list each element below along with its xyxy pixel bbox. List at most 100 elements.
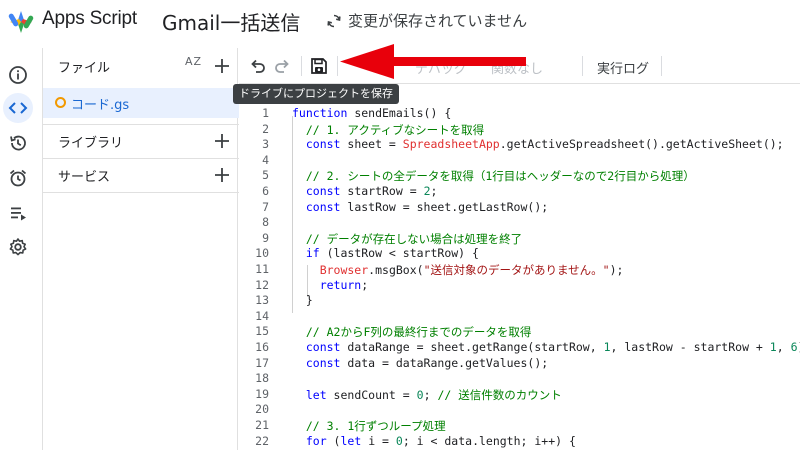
code-token: 6: [790, 340, 798, 354]
code-line[interactable]: 6 const startRow = 2;: [239, 184, 800, 200]
triggers-button[interactable]: [3, 163, 33, 193]
code-token: "送信対象のデータがありません。": [423, 263, 610, 277]
file-name: コード.gs: [71, 97, 130, 113]
code-token: // 1. アクティブなシートを取得: [292, 122, 485, 137]
info-icon: [9, 66, 27, 84]
code-token: 1: [769, 340, 777, 354]
sidebar-divider: [43, 192, 239, 193]
code-icon: [8, 102, 28, 114]
brand-name[interactable]: Apps Script: [42, 8, 137, 30]
history-icon: [10, 135, 26, 151]
code-line[interactable]: 14: [239, 309, 800, 325]
code-token: ; i < data.length; i++) {: [402, 433, 576, 448]
code-token: 2: [423, 184, 431, 198]
file-item-code-gs[interactable]: コード.gs: [43, 88, 239, 118]
code-token: sheet =: [347, 137, 403, 152]
code-token: 0: [395, 433, 403, 448]
code-token: if: [292, 246, 327, 261]
code-token: // 3. 1行ずつループ処理: [292, 419, 446, 433]
libraries-label: ライブラリ: [58, 135, 124, 151]
code-line[interactable]: 4: [239, 153, 800, 169]
line-number: 6: [262, 184, 269, 198]
code-line[interactable]: 3 const sheet = SpreadsheetApp.getActive…: [239, 137, 800, 153]
code-token: .msgBox(: [368, 263, 424, 277]
code-token: );: [609, 263, 624, 277]
add-library-plus-icon[interactable]: [213, 132, 231, 150]
line-number: 20: [255, 402, 269, 417]
code-token: // 2. シートの全データを取得（1行目はヘッダーなので2行目から処理）: [292, 169, 695, 184]
code-line[interactable]: 18: [239, 371, 800, 387]
redo-icon[interactable]: [273, 57, 291, 75]
overview-button[interactable]: [3, 60, 33, 90]
add-file-plus-icon[interactable]: [213, 57, 231, 75]
code-line[interactable]: 2 // 1. アクティブなシートを取得: [239, 122, 800, 138]
code-token: startRow =: [347, 184, 424, 198]
code-token: const: [292, 355, 348, 370]
code-line[interactable]: 17 const data = dataRange.getValues();: [239, 356, 800, 372]
left-nav-rail: [0, 48, 42, 450]
line-number: 15: [255, 324, 269, 339]
code-line[interactable]: 5 // 2. シートの全データを取得（1行目はヘッダーなので2行目から処理）: [239, 168, 800, 184]
line-number: 10: [255, 246, 269, 261]
code-token: const: [292, 199, 348, 214]
code-line[interactable]: 20: [239, 402, 800, 418]
executions-icon: [11, 207, 26, 221]
line-number: 2: [262, 121, 269, 136]
code-editor[interactable]: 1 function sendEmails() { 2 // 1. アクティブなシー…: [239, 100, 800, 450]
code-line[interactable]: 19 let sendCount = 0; // 送信件数のカウント: [239, 387, 800, 403]
line-number: 22: [255, 433, 269, 448]
code-token: const: [292, 137, 348, 152]
toolbar-separator: [301, 56, 302, 76]
code-token: let: [292, 387, 334, 402]
execution-log-button[interactable]: 実行ログ: [597, 58, 649, 77]
sort-az-icon[interactable]: AZ: [185, 56, 205, 75]
annotation-arrow: [340, 44, 526, 79]
line-number: 13: [255, 293, 269, 308]
line-number: 1: [262, 106, 269, 120]
code-line[interactable]: 15 // A2からF列の最終行までのデータを取得: [239, 324, 800, 340]
line-number: 7: [262, 199, 269, 214]
code-text: function sendEmails() {: [292, 106, 451, 120]
code-line[interactable]: 10 if (lastRow < startRow) {: [239, 246, 800, 262]
code-token: .getActiveSpreadsheet().getActiveSheet()…: [499, 137, 784, 152]
apps-script-logo-icon[interactable]: [8, 9, 34, 35]
add-service-plus-icon[interactable]: [213, 166, 231, 184]
alarm-clock-icon: [9, 169, 27, 187]
code-token: for: [292, 433, 334, 448]
code-line[interactable]: 9 // データが存在しない場合は処理を終了: [239, 231, 800, 247]
code-token: // データが存在しない場合は処理を終了: [292, 231, 523, 246]
code-token: 0: [416, 387, 424, 402]
settings-button[interactable]: [3, 232, 33, 262]
code-line[interactable]: 22 for (let i = 0; i < data.length; i++)…: [239, 434, 800, 450]
code-text: // 3. 1行ずつループ処理: [292, 418, 446, 434]
code-line[interactable]: 12 return;: [239, 278, 800, 294]
code-text: return;: [292, 278, 369, 292]
line-number: 12: [255, 277, 269, 292]
code-line[interactable]: 11 Browser.msgBox("送信対象のデータがありません。");: [239, 262, 800, 278]
code-line[interactable]: 1 function sendEmails() {: [239, 106, 800, 122]
code-token: 1: [603, 340, 611, 354]
code-line[interactable]: 16 const dataRange = sheet.getRange(star…: [239, 340, 800, 356]
code-line[interactable]: 8: [239, 215, 800, 231]
history-button[interactable]: [3, 128, 33, 158]
code-token: }: [292, 293, 313, 308]
editor-button[interactable]: [3, 93, 33, 123]
code-token: // 送信件数のカウント: [437, 387, 562, 402]
code-token: // A2からF列の最終行までのデータを取得: [292, 325, 532, 340]
undo-icon[interactable]: [249, 57, 267, 75]
code-text: if (lastRow < startRow) {: [292, 246, 479, 260]
code-line[interactable]: 21 // 3. 1行ずつループ処理: [239, 418, 800, 434]
save-status: 変更が保存されていません: [326, 10, 527, 31]
save-to-drive-icon[interactable]: [310, 57, 328, 75]
code-line[interactable]: 7 const lastRow = sheet.getLastRow();: [239, 200, 800, 216]
file-sidebar: ファイル AZ コード.gs ライブラリ サービス: [42, 48, 239, 450]
services-header: サービス: [43, 159, 239, 191]
services-label: サービス: [58, 169, 111, 185]
code-token: sendEmails() {: [354, 106, 452, 120]
code-text: // 1. アクティブなシートを取得: [292, 122, 484, 138]
executions-button[interactable]: [3, 198, 33, 228]
project-title[interactable]: Gmail一括送信: [162, 7, 300, 36]
code-token: const: [292, 184, 348, 198]
gear-icon: [9, 238, 27, 256]
code-line[interactable]: 13 }: [239, 293, 800, 309]
